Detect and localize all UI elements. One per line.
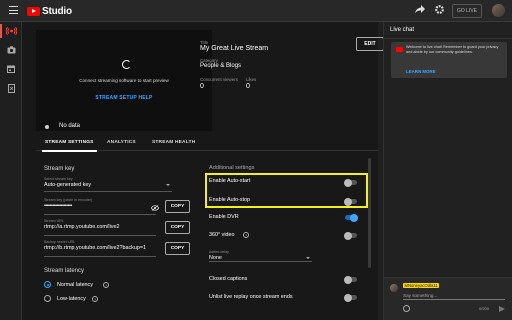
eye-icon[interactable] [150, 205, 160, 213]
youtube-logo-icon [396, 47, 403, 52]
left-rail [0, 22, 22, 320]
copy-stream-url-button[interactable]: COPY [165, 221, 190, 234]
avatar [390, 284, 398, 292]
learn-more-link[interactable]: LEARN MORE [406, 69, 436, 74]
gear-icon[interactable] [432, 4, 446, 18]
edit-button[interactable]: EDIT [356, 37, 384, 51]
help-icon[interactable]: ? [103, 282, 109, 288]
backup-url-value: rtmp://b.rtmp.youtube.com/live2?backup=1 [44, 245, 147, 251]
preview-message: Connect streaming software to start prev… [79, 78, 169, 83]
go-live-button[interactable]: GO LIVE [452, 4, 482, 18]
share-icon[interactable] [413, 4, 427, 18]
help-icon[interactable]: ? [92, 296, 98, 302]
stream-key-label: Stream key (paste in encoder) [44, 198, 93, 202]
status-text: No data [59, 123, 81, 129]
tab-analytics[interactable]: ANALYTICS [107, 140, 136, 145]
added-delay-value: None [209, 255, 222, 261]
chevron-down-icon [166, 184, 170, 186]
tab-stream-health[interactable]: STREAM HEALTH [152, 140, 195, 145]
settings-tabs: STREAM SETTINGS ANALYTICS STREAM HEALTH [36, 137, 378, 152]
stream-key-field[interactable]: Stream key (paste in encoder) ••••••••••… [44, 198, 156, 215]
camera-icon[interactable] [0, 41, 22, 59]
backup-url-field[interactable]: Backup server URL rtmp://b.rtmp.youtube.… [44, 240, 156, 257]
emoji-icon[interactable] [403, 305, 410, 312]
stream-url-value: rtmp://a.rtmp.youtube.com/live2 [44, 224, 120, 230]
likes-label: Likes [246, 77, 257, 82]
low-latency-label: Low-latency [57, 296, 86, 302]
top-bar: Studio GO LIVE [0, 0, 512, 22]
additional-settings-heading: Additional settings [209, 165, 255, 171]
stream-status: No data [22, 119, 378, 134]
live-icon[interactable] [0, 22, 22, 40]
menu-icon[interactable] [9, 6, 18, 14]
logo-text: Studio [42, 6, 72, 17]
stream-title: My Great Live Stream [200, 45, 269, 52]
select-stream-key-value: Auto-generated key [44, 182, 92, 188]
copy-backup-url-button[interactable]: COPY [165, 242, 190, 255]
stream-key-value: •••••••••••••••••••• [44, 203, 72, 209]
select-stream-key-label: Select stream key [44, 177, 73, 181]
stream-key-heading: Stream key [44, 166, 75, 172]
enable-dvr-label: Enable DVR [209, 214, 239, 220]
auto-start-stop-highlight [205, 173, 368, 208]
chat-composer: MNoneyacOdla11 Say something... 0/200 [384, 277, 512, 320]
stream-url-label: Stream URL [44, 219, 64, 223]
youtube-logo-icon [27, 7, 40, 16]
settings-scrollbar[interactable] [368, 158, 371, 268]
backup-url-label: Backup server URL [44, 240, 76, 244]
chat-welcome-banner: Welcome to live chat! Remember to guard … [391, 42, 507, 78]
studio-logo[interactable]: Studio [27, 6, 72, 17]
normal-latency-radio[interactable] [44, 281, 51, 288]
live-chat-title: Live chat [390, 27, 415, 33]
concurrent-viewers-label: Concurrent viewers [200, 77, 238, 82]
unlist-replay-label: Unlist live replay once stream ends [209, 294, 293, 300]
chat-message-input[interactable]: Say something... [403, 293, 505, 300]
chevron-down-icon [306, 257, 310, 259]
stream-preview: Connect streaming software to start prev… [36, 30, 212, 131]
character-counter: 0/200 [479, 306, 490, 311]
live-chat-header: Live chat [384, 22, 512, 39]
loading-spinner-icon [122, 60, 131, 69]
category-value: People & Blogs [200, 63, 242, 69]
status-dot-icon [45, 125, 49, 129]
chat-welcome-message: Welcome to live chat! Remember to guard … [406, 45, 499, 54]
likes-value: 0 [246, 83, 250, 90]
tab-stream-settings[interactable]: STREAM SETTINGS [42, 140, 97, 152]
send-icon[interactable] [499, 306, 505, 312]
closed-captions-toggle[interactable] [344, 275, 357, 284]
stream-setup-help-link[interactable]: STREAM SETUP HELP [36, 95, 212, 101]
chat-username-badge: MNoneyacOdla11 [403, 283, 440, 288]
calendar-icon[interactable] [0, 60, 22, 78]
stream-url-field[interactable]: Stream URL rtmp://a.rtmp.youtube.com/liv… [44, 219, 156, 236]
video-360-label: 360° video [209, 232, 235, 238]
added-delay-dropdown[interactable]: Added delay None [209, 250, 312, 262]
manage-icon[interactable] [0, 79, 22, 97]
account-avatar[interactable] [492, 4, 505, 17]
added-delay-label: Added delay [209, 250, 229, 254]
help-icon[interactable]: ? [243, 232, 249, 238]
copy-stream-key-button[interactable]: COPY [165, 200, 190, 213]
normal-latency-label: Normal latency [57, 282, 93, 288]
low-latency-radio[interactable] [44, 295, 51, 302]
main-panel: Connect streaming software to start prev… [22, 22, 384, 320]
dvr-toggle[interactable] [345, 213, 358, 222]
unlist-replay-toggle[interactable] [344, 293, 357, 302]
video-360-toggle[interactable] [344, 231, 357, 240]
stream-latency-heading: Stream latency [44, 268, 85, 274]
concurrent-viewers-value: 0 [200, 83, 204, 90]
select-stream-key-dropdown[interactable]: Select stream key Auto-generated key [44, 177, 172, 192]
closed-captions-label: Closed captions [209, 276, 248, 282]
live-chat-panel: Live chat Welcome to live chat! Remember… [383, 22, 512, 320]
